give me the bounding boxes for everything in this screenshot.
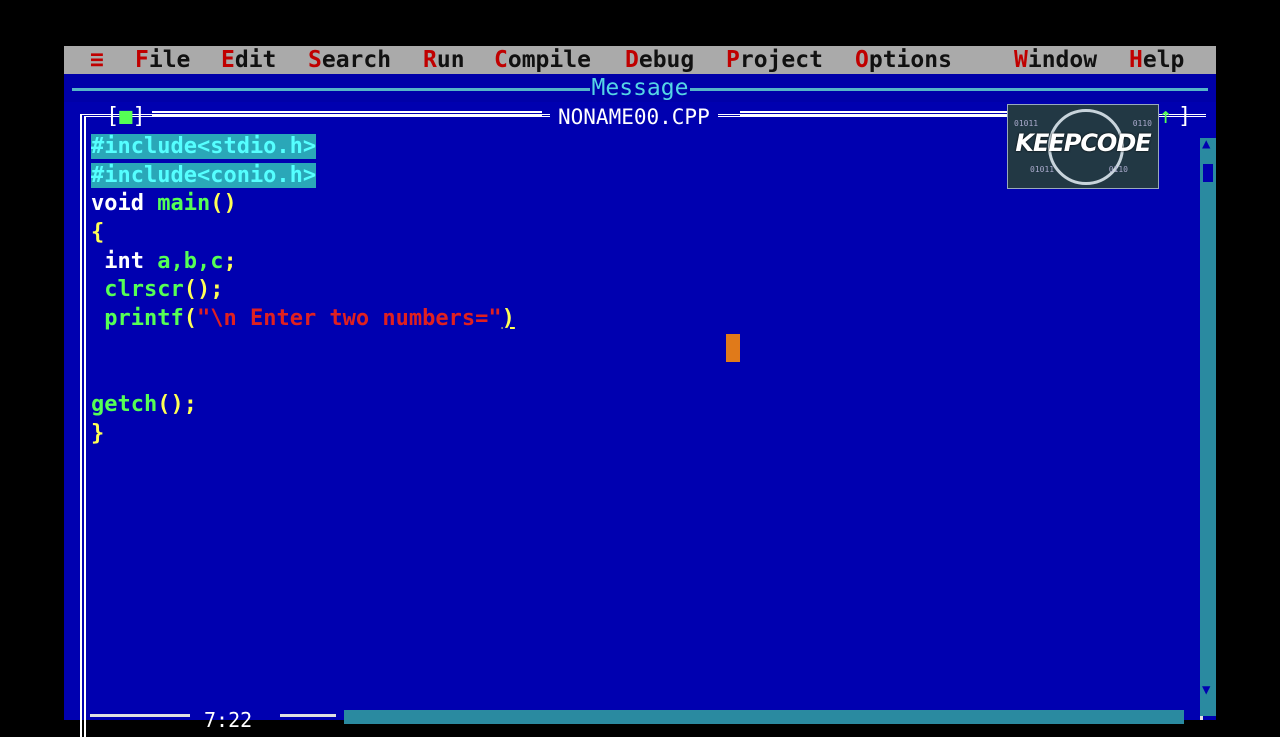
code-line-11: } <box>91 420 105 446</box>
cursor-position: 7:22 <box>204 708 253 732</box>
status-border-mid <box>280 714 336 717</box>
code-line-6: clrscr(); <box>104 277 224 303</box>
scroll-down-arrow-icon[interactable]: ▼ <box>1202 682 1210 698</box>
menu-run[interactable]: Run <box>423 46 465 74</box>
message-window[interactable]: Message <box>64 74 1216 102</box>
zoom-arrow-icon[interactable]: ↑ <box>1159 104 1172 130</box>
logo-bits-top: 01011 0110 <box>1014 119 1152 128</box>
editor-title: NONAME00.CPP <box>550 104 718 130</box>
menu-window[interactable]: Window <box>1014 46 1097 74</box>
code-line-1: #include<stdio.h> <box>91 134 317 159</box>
text-cursor <box>726 334 740 362</box>
menu-debug[interactable]: Debug <box>625 46 694 74</box>
zoom-button-bracket: ] <box>1178 104 1192 129</box>
code-editor[interactable]: #include<stdio.h> #include<conio.h> void… <box>91 133 515 449</box>
vertical-scroll-thumb[interactable] <box>1203 164 1213 182</box>
menu-options[interactable]: Options <box>855 46 952 74</box>
menu-bar: ≡ File Edit Search Run Compile Debug Pro… <box>64 46 1216 74</box>
vertical-scrollbar[interactable] <box>1200 138 1216 716</box>
logo-bits-bottom: 01011 0110 <box>1030 165 1128 174</box>
code-line-10: getch(); <box>91 392 197 418</box>
close-box-icon: ■ <box>119 104 133 129</box>
editor-window[interactable]: [■] NONAME00.CPP ↑ ] ▲ ▼ #include<stdio.… <box>64 102 1216 737</box>
title-border-right <box>740 111 1008 117</box>
menu-help[interactable]: Help <box>1129 46 1184 74</box>
logo-text: KEEPCODE <box>1015 129 1151 157</box>
code-line-4: { <box>91 220 105 246</box>
close-button[interactable]: [■] <box>106 104 146 130</box>
system-menu-icon[interactable]: ≡ <box>90 46 104 74</box>
scroll-up-arrow-icon[interactable]: ▲ <box>1202 136 1210 152</box>
menu-project[interactable]: Project <box>726 46 823 74</box>
title-border-left <box>152 111 542 117</box>
menu-search[interactable]: Search <box>308 46 391 74</box>
code-line-3: void main() <box>91 191 237 217</box>
code-line-5: int a,b,c; <box>104 248 237 274</box>
horizontal-scrollbar[interactable] <box>344 710 1184 724</box>
menu-edit[interactable]: Edit <box>221 46 276 74</box>
code-line-2: #include<conio.h> <box>91 162 317 188</box>
message-window-title: Message <box>589 75 691 101</box>
menu-file[interactable]: File <box>135 46 190 74</box>
status-border-left <box>90 714 190 717</box>
code-line-7: printf("\n Enter two numbers=") <box>104 306 515 332</box>
menu-compile[interactable]: Compile <box>494 46 591 74</box>
keepcode-logo: 01011 0110 KEEPCODE 01011 0110 <box>1007 104 1159 189</box>
